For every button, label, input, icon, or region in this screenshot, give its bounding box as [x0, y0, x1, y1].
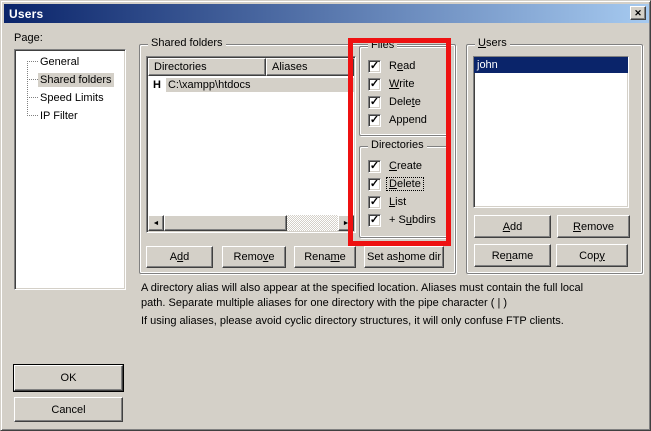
directories-group-label: Directories	[368, 139, 427, 151]
checkbox-checked-icon[interactable]: ✓	[368, 160, 381, 173]
users-dialog: Users ✕ Page: General Shared folders Spe…	[0, 0, 651, 431]
tree-item-label: Shared folders	[38, 73, 114, 87]
user-item-john[interactable]: john	[474, 57, 628, 73]
tree-item-ip-filter[interactable]: IP Filter	[27, 107, 80, 124]
titlebar[interactable]: Users ✕	[4, 4, 649, 23]
checkbox-label: List	[387, 196, 408, 208]
shared-folders-group-label: Shared folders	[148, 37, 226, 49]
checkbox-label: + Subdirs	[387, 214, 438, 226]
add-directory-button[interactable]: Add	[146, 246, 213, 268]
directories-listview: Directories Aliases H C:\xampp\htdocs ◄ …	[146, 56, 356, 233]
button-label: Re	[492, 250, 506, 262]
button-label: Rena	[304, 251, 330, 263]
tree-item-shared-folders[interactable]: Shared folders	[27, 71, 114, 88]
alias-note-line-3: If using aliases, please avoid cyclic di…	[141, 315, 564, 327]
checkbox-row-subdirs[interactable]: ✓ + Subdirs	[368, 213, 438, 227]
button-label: Set as	[367, 251, 398, 263]
checkbox-checked-icon[interactable]: ✓	[368, 114, 381, 127]
checkbox-label-focused: Delete	[387, 178, 423, 190]
tree-item-general[interactable]: General	[27, 53, 81, 70]
alias-note-line-1: A directory alias will also appear at th…	[141, 282, 583, 294]
files-permissions-group: Files ✓ Read ✓ Write ✓ Delete ✓ Append	[359, 46, 449, 136]
button-label: ame	[512, 250, 533, 262]
scroll-right-icon[interactable]: ►	[338, 215, 354, 231]
column-header-aliases[interactable]: Aliases	[266, 58, 354, 76]
checkbox-checked-icon[interactable]: ✓	[368, 196, 381, 209]
checkbox-checked-icon[interactable]: ✓	[368, 178, 381, 191]
button-label: emove	[581, 221, 614, 233]
horizontal-scrollbar[interactable]: ◄ ►	[148, 215, 354, 231]
directory-row[interactable]: H C:\xampp\htdocs	[148, 77, 354, 93]
scrollbar-track[interactable]	[287, 215, 338, 231]
column-header-directories[interactable]: Directories	[148, 58, 266, 76]
listview-header: Directories Aliases	[148, 58, 354, 76]
close-icon[interactable]: ✕	[630, 6, 646, 20]
checkbox-label: Create	[387, 160, 424, 172]
remove-directory-button[interactable]: Remove	[222, 246, 286, 268]
button-label: Cop	[579, 250, 599, 262]
ok-button[interactable]: OK	[14, 365, 123, 391]
alias-note-line-2: path. Separate multiple aliases for one …	[141, 297, 507, 309]
rename-directory-button[interactable]: Rename	[294, 246, 356, 268]
checkbox-label: Write	[387, 78, 416, 90]
directory-path: C:\xampp\htdocs	[166, 78, 354, 92]
files-group-label: Files	[368, 39, 397, 51]
remove-user-button[interactable]: Remove	[557, 215, 630, 238]
button-label: y	[599, 250, 605, 262]
button-label: R	[573, 221, 581, 233]
button-label: m	[331, 251, 340, 263]
checkbox-row-delete-dir[interactable]: ✓ Delete	[368, 177, 423, 191]
button-label: Remo	[234, 251, 263, 263]
checkbox-row-list[interactable]: ✓ List	[368, 195, 408, 209]
checkbox-row-write[interactable]: ✓ Write	[368, 77, 416, 91]
page-tree: General Shared folders Speed Limits IP F…	[14, 49, 126, 290]
tree-item-label: General	[38, 55, 81, 69]
scroll-left-icon[interactable]: ◄	[148, 215, 164, 231]
set-as-home-dir-button[interactable]: Set as home dir	[364, 246, 444, 268]
tree-stub	[27, 79, 38, 80]
directories-permissions-group: Directories ✓ Create ✓ Delete ✓ List ✓ +…	[359, 146, 449, 238]
checkbox-label: Delete	[387, 96, 423, 108]
window-title: Users	[9, 7, 43, 21]
users-list: john	[473, 56, 629, 208]
copy-user-button[interactable]: Copy	[556, 244, 628, 267]
checkbox-checked-icon[interactable]: ✓	[368, 214, 381, 227]
tree-stub	[27, 61, 38, 62]
tree-item-speed-limits[interactable]: Speed Limits	[27, 89, 106, 106]
rename-user-button[interactable]: Rename	[474, 244, 551, 267]
button-label: dd	[510, 221, 522, 233]
page-label: Page:	[14, 32, 43, 44]
button-label: e	[340, 251, 346, 263]
tree-stub	[27, 115, 38, 116]
checkbox-row-create[interactable]: ✓ Create	[368, 159, 424, 173]
button-label: d	[183, 251, 189, 263]
checkbox-row-read[interactable]: ✓ Read	[368, 59, 417, 73]
checkbox-label: Read	[387, 60, 417, 72]
home-marker: H	[153, 79, 161, 91]
button-label: A	[170, 251, 177, 263]
checkbox-checked-icon[interactable]: ✓	[368, 60, 381, 73]
checkbox-row-delete-file[interactable]: ✓ Delete	[368, 95, 423, 109]
cancel-button[interactable]: Cancel	[14, 397, 123, 422]
checkbox-row-append[interactable]: ✓ Append	[368, 113, 429, 127]
checkbox-checked-icon[interactable]: ✓	[368, 96, 381, 109]
scrollbar-thumb[interactable]	[164, 215, 287, 231]
tree-item-label: IP Filter	[38, 109, 80, 123]
tree-item-label: Speed Limits	[38, 91, 106, 105]
button-label: ome dir	[404, 251, 441, 263]
button-label: e	[268, 251, 274, 263]
tree-stub	[27, 97, 38, 98]
add-user-button[interactable]: Add	[474, 215, 551, 238]
users-group-label: Users	[475, 37, 510, 49]
checkbox-label: Append	[387, 114, 429, 126]
checkbox-checked-icon[interactable]: ✓	[368, 78, 381, 91]
button-label: A	[503, 221, 510, 233]
